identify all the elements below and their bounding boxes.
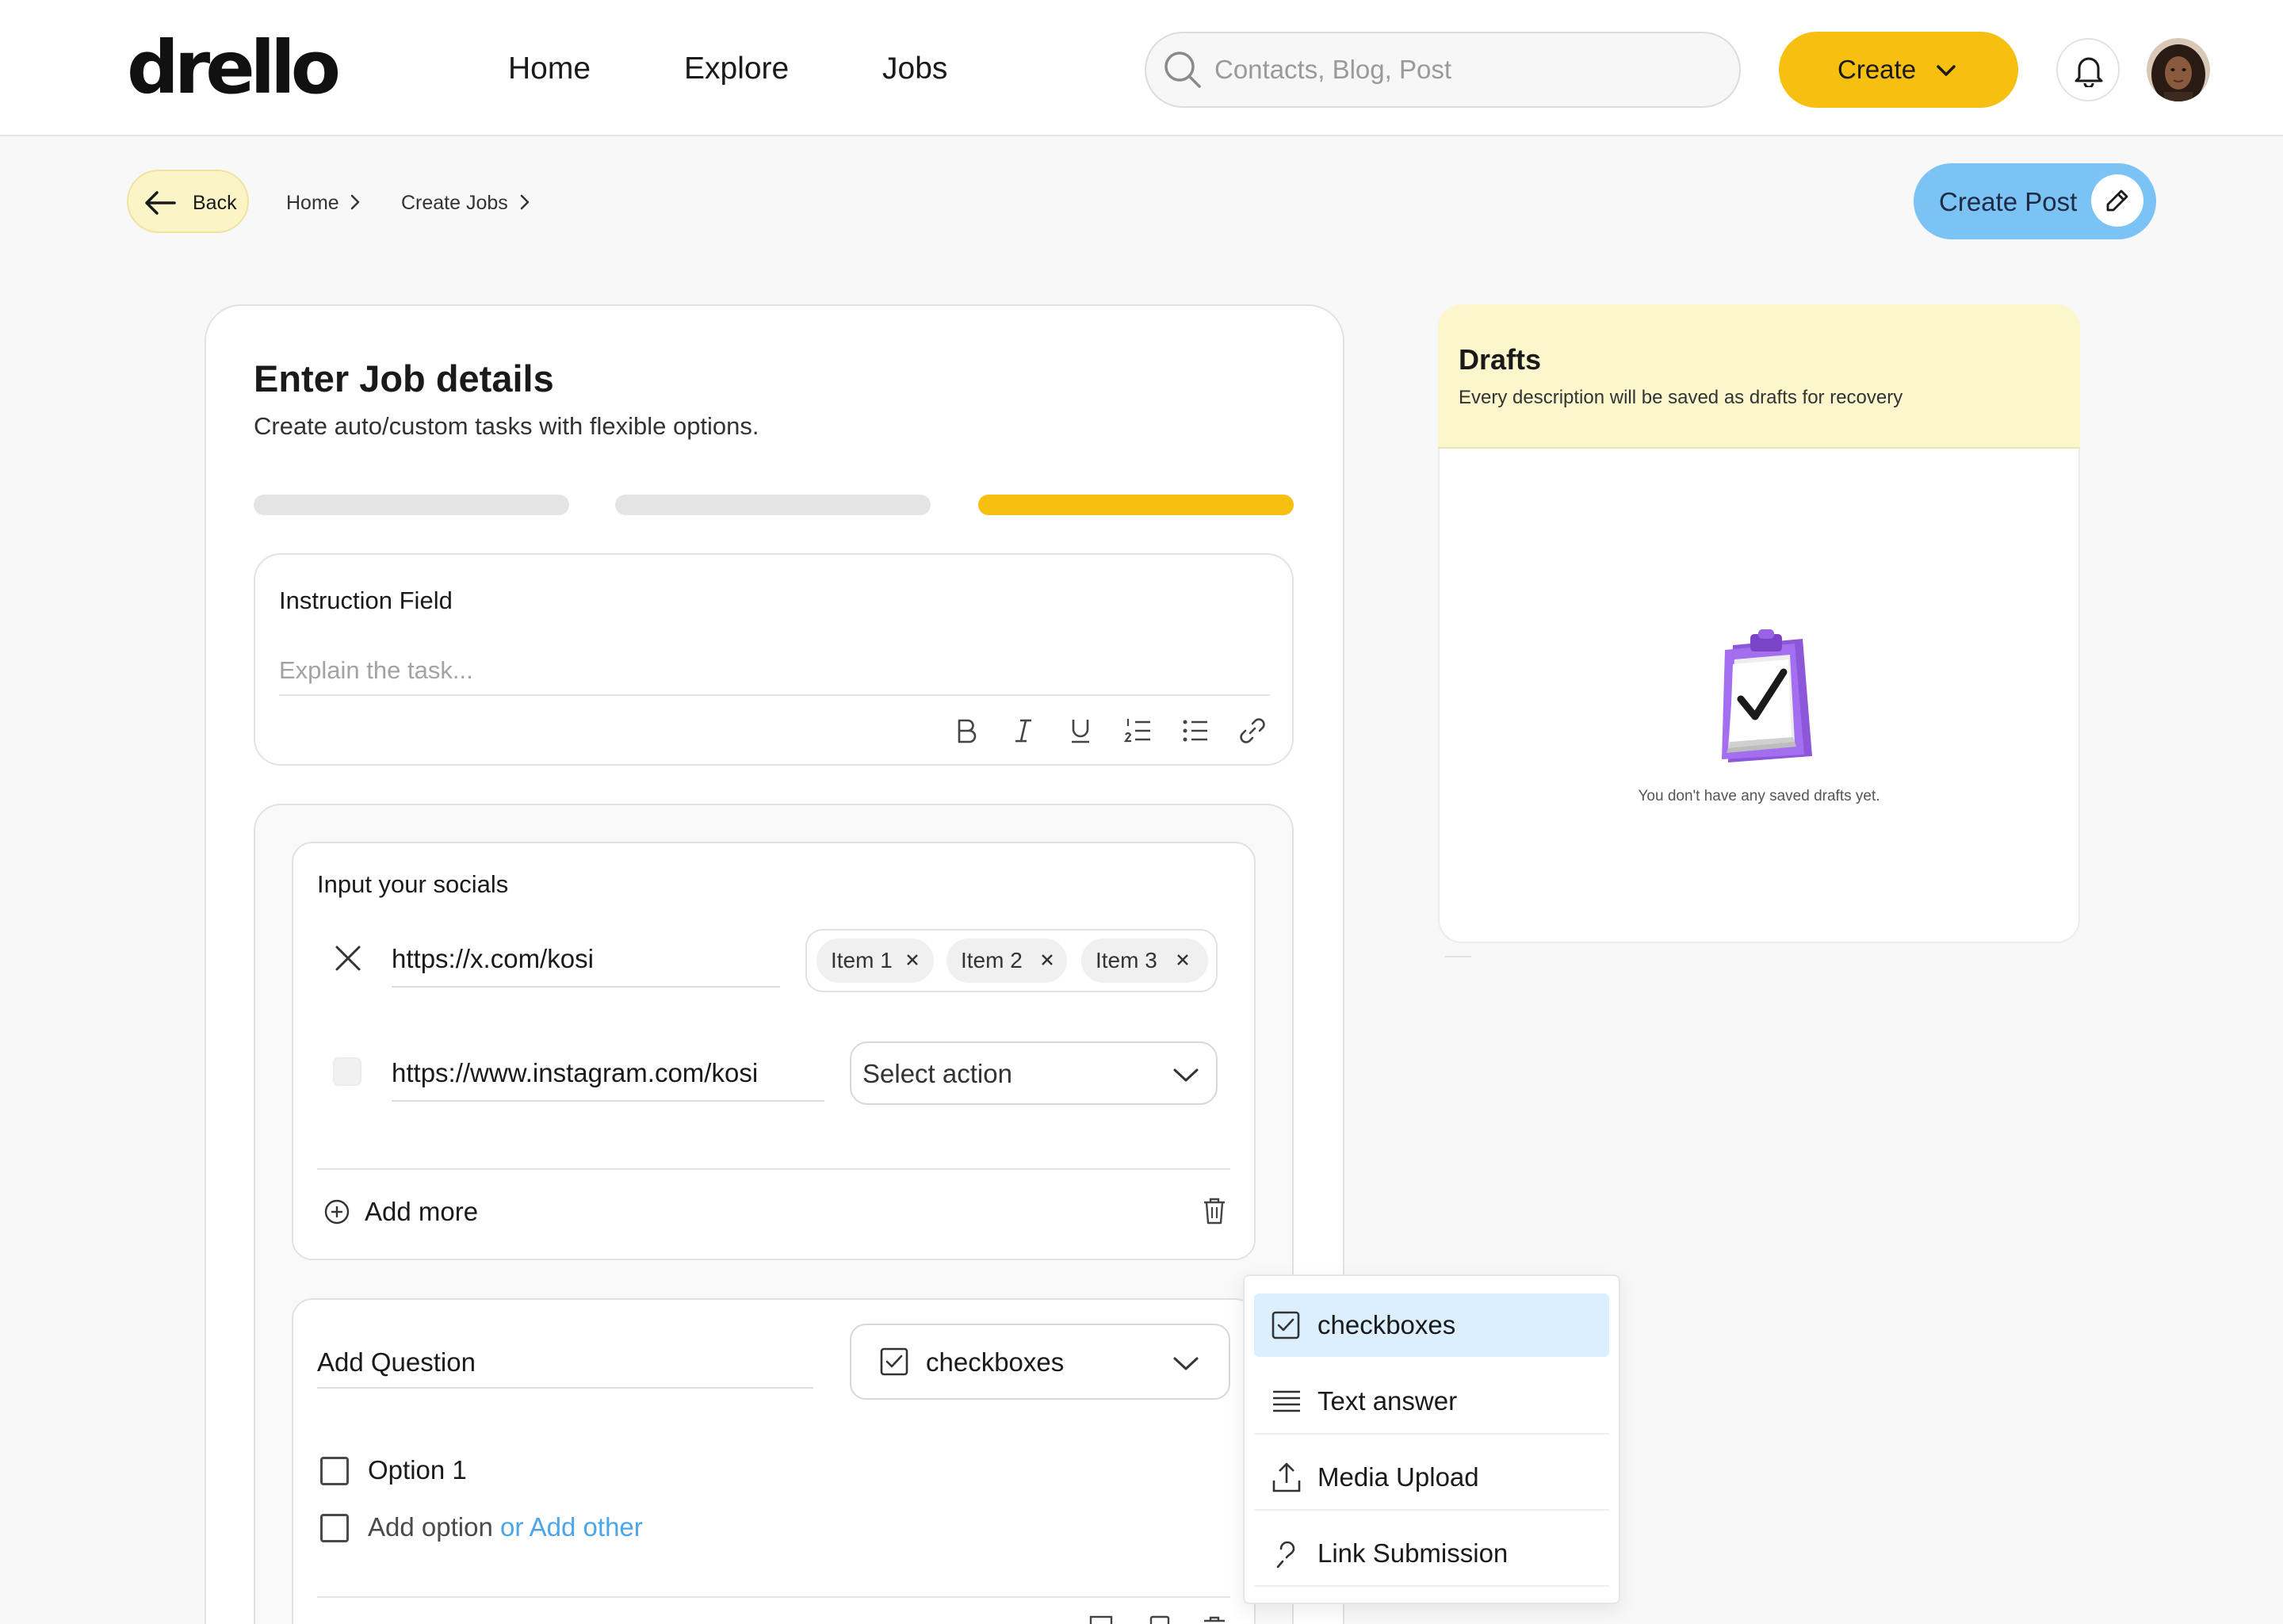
close-icon[interactable]	[335, 945, 361, 972]
social-url-input-2[interactable]: https://www.instagram.com/kosi	[392, 1056, 758, 1091]
checkbox-checked-icon	[880, 1347, 908, 1376]
remove-tag-icon[interactable]	[1174, 951, 1191, 969]
clipboard-check-illustration	[1701, 623, 1820, 766]
search-icon	[1162, 49, 1203, 90]
menu-separator	[1254, 1509, 1609, 1511]
underline-icon[interactable]	[1067, 716, 1094, 745]
page-title: Enter Job details	[254, 357, 554, 399]
nav-home[interactable]: Home	[508, 49, 591, 89]
menu-separator	[1254, 1585, 1609, 1587]
chevron-down-icon	[1172, 1352, 1200, 1374]
option-label[interactable]: Option 1	[368, 1454, 467, 1487]
add-circle-icon[interactable]	[323, 1198, 350, 1225]
search-placeholder: Contacts, Blog, Post	[1214, 55, 1451, 84]
copy-icon[interactable]	[1089, 1615, 1113, 1624]
pencil-icon-badge	[2091, 174, 2143, 227]
brand-logo[interactable]: drello	[127, 29, 341, 108]
add-option-row: Add option or Add other	[368, 1511, 643, 1544]
avatar[interactable]	[2147, 38, 2210, 101]
chevron-down-icon	[1172, 1064, 1200, 1086]
duplicate-icon[interactable]	[1148, 1615, 1172, 1624]
add-other-link[interactable]: or Add other	[500, 1512, 643, 1542]
add-more-button[interactable]: Add more	[365, 1195, 478, 1229]
social-url-input-1[interactable]: https://x.com/kosi	[392, 942, 594, 976]
question-input[interactable]: Add Question	[317, 1346, 476, 1379]
social-url-underline-2	[392, 1100, 824, 1102]
progress-step-2	[615, 495, 931, 515]
bell-icon	[2075, 57, 2103, 87]
question-type-label: checkboxes	[926, 1347, 1065, 1377]
chevron-down-icon	[1934, 59, 1958, 82]
breadcrumb-home[interactable]: Home	[286, 190, 339, 216]
pencil-icon	[2106, 189, 2128, 212]
bullet-list-icon[interactable]	[1181, 716, 1210, 745]
socials-label: Input your socials	[317, 870, 509, 898]
remove-tag-icon[interactable]	[1038, 951, 1056, 969]
chevron-right-icon	[347, 192, 363, 212]
instruction-input[interactable]: Explain the task...	[279, 655, 473, 686]
select-action-label: Select action	[862, 1059, 1012, 1088]
arrow-left-icon	[143, 187, 178, 219]
italic-icon[interactable]	[1010, 716, 1037, 745]
socials-divider	[317, 1168, 1230, 1170]
menu-item-label: checkboxes	[1317, 1310, 1456, 1339]
create-button-label: Create	[1837, 55, 1917, 84]
upload-icon	[1272, 1462, 1302, 1493]
create-post-label: Create Post	[1939, 187, 2078, 216]
page-subtitle: Create auto/custom tasks with flexible o…	[254, 412, 759, 440]
question-divider	[317, 1596, 1230, 1598]
chevron-right-icon	[517, 192, 533, 212]
back-button-label: Back	[193, 192, 237, 214]
remove-tag-icon[interactable]	[904, 951, 921, 969]
tag-chip-label: Item 1	[831, 948, 893, 972]
social-url-underline-1	[392, 986, 780, 988]
drafts-empty-message: You don't have any saved drafts yet.	[1638, 788, 1880, 804]
instruction-underline	[279, 694, 1270, 696]
checkbox-checked-icon	[1272, 1311, 1300, 1339]
question-underline	[317, 1387, 813, 1389]
instruction-label: Instruction Field	[279, 587, 453, 614]
trash-icon[interactable]	[1202, 1197, 1227, 1225]
drafts-title: Drafts	[1459, 343, 1542, 376]
bold-icon[interactable]	[953, 716, 980, 745]
add-option-checkbox	[320, 1514, 349, 1542]
nav-jobs[interactable]: Jobs	[882, 49, 947, 89]
drafts-footer-rule	[1444, 956, 1471, 957]
link-icon[interactable]	[1238, 716, 1267, 745]
ordered-list-icon[interactable]	[1124, 716, 1153, 745]
option-checkbox[interactable]	[320, 1457, 349, 1485]
menu-item-label: Link Submission	[1317, 1538, 1509, 1568]
breadcrumb-create-jobs[interactable]: Create Jobs	[401, 190, 508, 216]
notifications-button[interactable]	[2056, 38, 2120, 101]
nav-explore[interactable]: Explore	[684, 49, 789, 89]
progress-step-1	[254, 495, 569, 515]
tag-chip-label: Item 2	[961, 948, 1023, 972]
menu-item-label: Media Upload	[1317, 1462, 1479, 1492]
social-row-checkbox[interactable]	[333, 1057, 361, 1086]
text-lines-icon	[1272, 1389, 1302, 1414]
menu-item-label: Text answer	[1317, 1386, 1458, 1416]
link-submission-icon	[1272, 1538, 1302, 1569]
drafts-subtitle: Every description will be saved as draft…	[1459, 387, 1903, 408]
progress-step-3	[978, 495, 1294, 515]
add-option-link[interactable]: Add option	[368, 1512, 493, 1542]
tag-chip-label: Item 3	[1096, 948, 1157, 972]
menu-separator	[1254, 1433, 1609, 1435]
trash-icon[interactable]	[1202, 1615, 1227, 1624]
